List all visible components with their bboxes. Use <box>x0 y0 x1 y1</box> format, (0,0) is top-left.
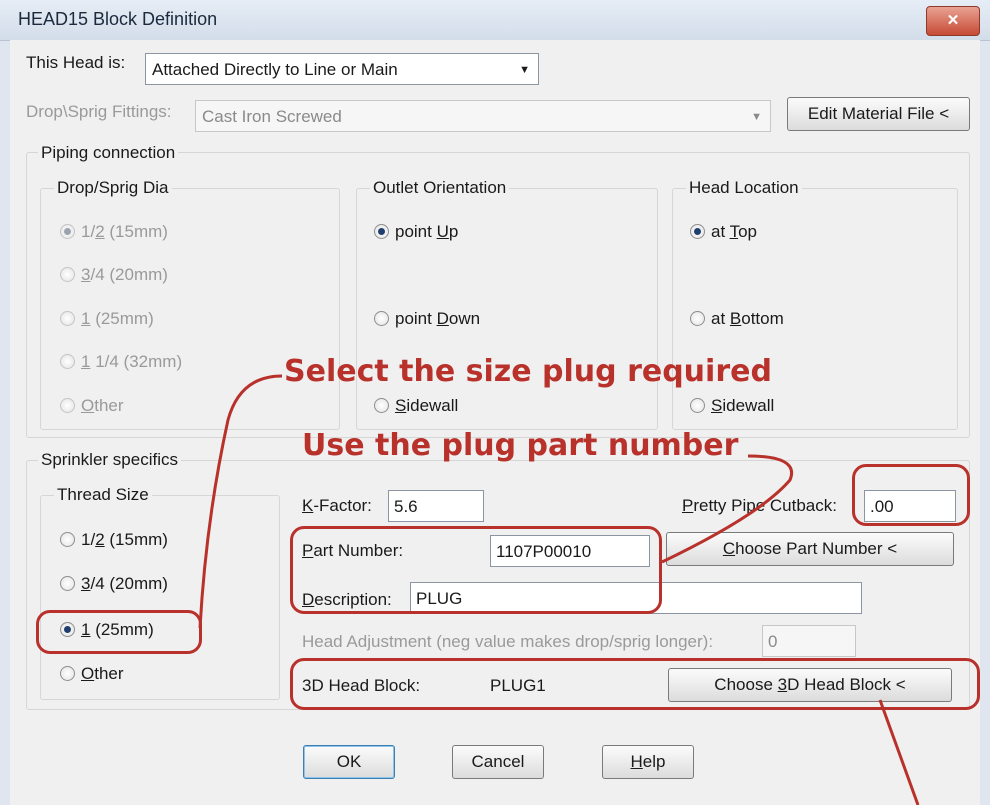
arrow-to-bottom <box>878 699 920 805</box>
arrow-to-part <box>661 454 793 564</box>
annotation-arrows <box>198 374 920 805</box>
arrow-to-thread <box>198 374 283 629</box>
